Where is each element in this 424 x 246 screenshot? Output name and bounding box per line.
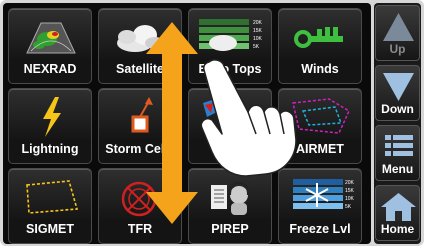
lightning-tile[interactable]: Lightning (8, 88, 92, 164)
weather-product-grid: NEXRAD Satellite 20K 15K 10K 5K Echo Top… (3, 3, 371, 244)
home-icon (381, 193, 416, 221)
menu-list-icon (385, 135, 413, 156)
nexrad-tile[interactable]: NEXRAD (8, 8, 92, 84)
home-button-label: Home (380, 222, 415, 236)
echo-tops-tile[interactable]: 20K 15K 10K 5K Echo Tops (188, 8, 272, 84)
up-button[interactable]: Up (375, 5, 420, 61)
altitude-label: 5K (345, 204, 352, 210)
side-button-column: Up Down Menu Home (374, 3, 421, 244)
obscured-tile[interactable] (188, 88, 272, 164)
altitude-label: 15K (253, 28, 263, 34)
altitude-label: 20K (345, 180, 355, 186)
tile-label: Lightning (21, 142, 79, 156)
tile-label: TFR (127, 222, 153, 236)
winds-tile[interactable]: Winds (278, 8, 362, 84)
airmet-boundary-icon (292, 98, 350, 134)
tile-label: Winds (301, 62, 339, 76)
tile-label: NEXRAD (23, 62, 77, 76)
tile-label: Echo Tops (198, 62, 262, 76)
menu-button[interactable]: Menu (375, 125, 420, 181)
airmet-tile[interactable]: AIRMET (278, 88, 362, 164)
altitude-label: 15K (345, 188, 355, 194)
storm-cells-tile[interactable]: Storm Cells (98, 88, 182, 164)
down-button[interactable]: Down (375, 65, 420, 121)
menu-button-label: Menu (381, 162, 414, 176)
tile-label: AIRMET (296, 142, 344, 156)
obscured-tile-icon (203, 99, 219, 117)
sigmet-tile[interactable]: SIGMET (8, 168, 92, 244)
satellite-cloud-icon (117, 25, 165, 52)
tile-label: SIGMET (26, 222, 74, 236)
altitude-label: 10K (253, 36, 263, 42)
altitude-label: 10K (345, 196, 355, 202)
down-button-label: Down (381, 102, 414, 116)
pirep-tile[interactable]: PIREP (188, 168, 272, 244)
up-button-label: Up (389, 42, 406, 56)
home-button[interactable]: Home (375, 185, 420, 241)
altitude-label: 5K (253, 44, 260, 50)
tile-label: Storm Cells (105, 142, 175, 156)
winds-barb-icon (294, 27, 343, 48)
freeze-level-tile[interactable]: 20K 15K 10K 5K Freeze Lvl (278, 168, 362, 244)
freeze-level-snowflake-icon: 20K 15K 10K 5K (293, 179, 355, 210)
storm-cell-arrow-icon (131, 97, 153, 133)
lightning-bolt-icon (43, 97, 61, 137)
altitude-label: 20K (253, 20, 263, 26)
tfr-restricted-icon (121, 181, 157, 217)
sigmet-boundary-icon (26, 180, 79, 214)
satellite-tile[interactable]: Satellite (98, 8, 182, 84)
up-arrow-icon (383, 13, 414, 41)
nexrad-radar-icon (26, 22, 76, 54)
down-arrow-icon (383, 73, 414, 101)
device-screen: NEXRAD Satellite 20K 15K 10K 5K Echo Top… (0, 0, 424, 246)
tile-label: PIREP (211, 222, 249, 236)
tile-label: Satellite (116, 62, 164, 76)
tile-label: Freeze Lvl (289, 222, 351, 236)
tfr-tile[interactable]: TFR (98, 168, 182, 244)
echo-tops-icon: 20K 15K 10K 5K (199, 19, 263, 51)
pirep-pilot-icon (211, 181, 249, 215)
